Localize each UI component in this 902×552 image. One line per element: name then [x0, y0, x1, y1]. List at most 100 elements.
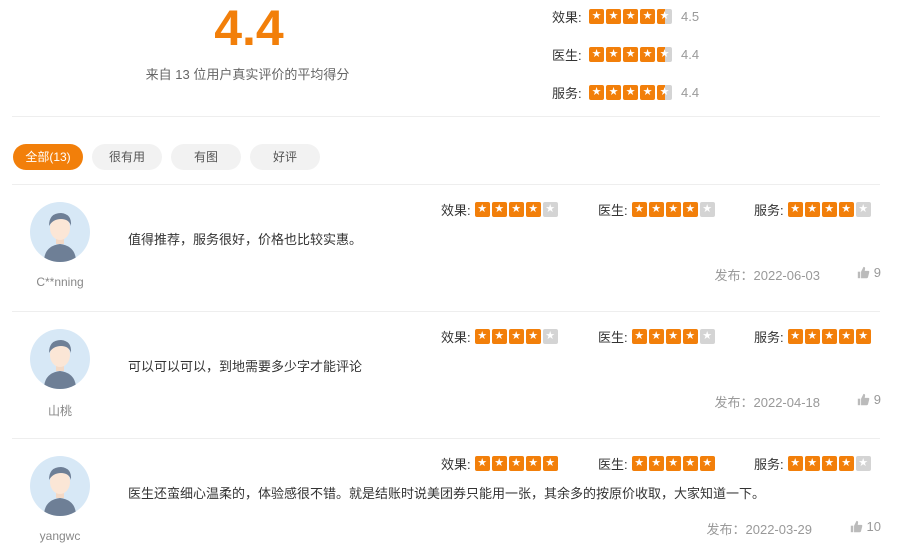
star-icon: ★ [804, 202, 820, 217]
rating-stars: ★ ★ ★ ★ ★ [631, 456, 715, 471]
user-avatar [30, 456, 90, 516]
star-icon: ★ [657, 8, 672, 24]
star-icon: ★ [838, 202, 854, 217]
summary-stars: ★ ★ ★ ★ ★ [589, 8, 672, 24]
star-icon: ★ [525, 456, 541, 471]
review-item: 山桃 效果: ★ ★ ★ ★ ★ 医生: ★ ★ ★ ★ ★ 服务: ★ ★ ★ ★ ★ 可以可以可以，… [0, 312, 902, 438]
star-icon: ★ [787, 202, 803, 217]
star-icon: ★ [682, 202, 698, 217]
star-icon: ★ [474, 202, 490, 217]
star-icon: ★ [665, 456, 681, 471]
rating-stars: ★ ★ ★ ★ ★ [474, 456, 558, 471]
summary-value: 4.4 [681, 84, 700, 100]
filter-tab-all[interactable]: 全部(13) [13, 144, 83, 170]
rating-label: 效果: [441, 203, 471, 218]
like-button[interactable]: 9 [857, 392, 881, 407]
summary-value: 4.5 [681, 8, 700, 24]
star-icon: ★ [665, 329, 681, 344]
filter-tab-with-images[interactable]: 有图 [171, 144, 241, 170]
star-icon: ★ [855, 329, 871, 344]
rating-summary: 4.4 来自 13 位用户真实评价的平均得分 效果: ★ ★ ★ ★ ★ 4.5 医生:… [0, 0, 902, 117]
star-icon: ★ [855, 456, 871, 471]
thumbs-up-icon [857, 393, 870, 406]
star-icon: ★ [623, 84, 638, 100]
filter-tabs: 全部(13) 很有用 有图 好评 [13, 144, 320, 170]
star-icon: ★ [623, 8, 638, 24]
star-icon: ★ [821, 202, 837, 217]
star-icon: ★ [821, 456, 837, 471]
star-icon: ★ [648, 329, 664, 344]
filter-tab-positive[interactable]: 好评 [250, 144, 320, 170]
like-button[interactable]: 10 [850, 519, 881, 534]
rating-label: 医生: [598, 203, 628, 218]
star-icon: ★ [640, 8, 655, 24]
review-date: 发布：2022-03-29 [706, 522, 813, 537]
star-icon: ★ [525, 329, 541, 344]
rating-label: 效果: [441, 457, 471, 472]
summary-stars: ★ ★ ★ ★ ★ [589, 46, 672, 62]
review-date: 发布：2022-04-18 [714, 395, 821, 410]
star-icon: ★ [699, 456, 715, 471]
star-icon: ★ [542, 202, 558, 217]
summary-row-service: 服务: ★ ★ ★ ★ ★ 4.4 [552, 82, 699, 102]
review-item: yangwc 效果: ★ ★ ★ ★ ★ 医生: ★ ★ ★ ★ ★ 服务: ★ ★ ★ ★ ★ 医生还… [0, 439, 902, 552]
star-icon: ★ [787, 456, 803, 471]
rating-service: 服务: ★ ★ ★ ★ ★ [754, 200, 871, 219]
rating-stars: ★ ★ ★ ★ ★ [787, 329, 871, 344]
star-icon: ★ [804, 329, 820, 344]
rating-label: 效果: [441, 330, 471, 345]
review-text: 值得推荐，服务很好，价格也比较实惠。 [128, 232, 363, 247]
username: yangwc [39, 529, 81, 543]
review-text: 医生还蛮细心温柔的，体验感很不错。就是结账时说美团券只能用一张，其余多的按原价收… [128, 486, 766, 501]
star-icon: ★ [508, 202, 524, 217]
rating-stars: ★ ★ ★ ★ ★ [474, 202, 558, 217]
username: 山桃 [47, 404, 72, 418]
summary-label: 服务: [552, 85, 582, 101]
star-icon: ★ [474, 329, 490, 344]
star-icon: ★ [525, 202, 541, 217]
star-icon: ★ [542, 329, 558, 344]
star-icon: ★ [542, 456, 558, 471]
rating-label: 服务: [754, 203, 784, 218]
star-icon: ★ [631, 456, 647, 471]
rating-stars: ★ ★ ★ ★ ★ [474, 329, 558, 344]
star-icon: ★ [804, 456, 820, 471]
star-icon: ★ [631, 202, 647, 217]
star-icon: ★ [606, 46, 621, 62]
rating-label: 服务: [754, 457, 784, 472]
user-avatar [30, 202, 90, 262]
star-icon: ★ [838, 329, 854, 344]
star-icon: ★ [821, 329, 837, 344]
like-count: 9 [873, 392, 881, 407]
divider [12, 116, 880, 117]
average-caption: 来自 13 位用户真实评价的平均得分 [145, 67, 350, 82]
star-icon: ★ [606, 84, 621, 100]
star-icon: ★ [682, 329, 698, 344]
star-icon: ★ [682, 456, 698, 471]
rating-stars: ★ ★ ★ ★ ★ [787, 202, 871, 217]
star-icon: ★ [657, 46, 672, 62]
rating-label: 服务: [754, 330, 784, 345]
filter-tab-useful[interactable]: 很有用 [92, 144, 162, 170]
like-count: 10 [866, 519, 881, 534]
rating-service: 服务: ★ ★ ★ ★ ★ [754, 327, 871, 346]
average-score: 4.4 [214, 0, 284, 56]
summary-stars: ★ ★ ★ ★ ★ [589, 84, 672, 100]
review-item: C**nning 效果: ★ ★ ★ ★ ★ 医生: ★ ★ ★ ★ ★ 服务: ★ ★ ★ ★ ★ 值… [0, 185, 902, 311]
thumbs-up-icon [857, 266, 870, 279]
star-icon: ★ [699, 202, 715, 217]
star-icon: ★ [640, 46, 655, 62]
rating-effect: 效果: ★ ★ ★ ★ ★ [441, 200, 558, 219]
rating-stars: ★ ★ ★ ★ ★ [631, 329, 715, 344]
username: C**nning [36, 275, 84, 289]
review-text: 可以可以可以，到地需要多少字才能评论 [128, 359, 363, 374]
review-date: 发布：2022-06-03 [714, 268, 821, 283]
star-icon: ★ [699, 329, 715, 344]
summary-row-effect: 效果: ★ ★ ★ ★ ★ 4.5 [552, 6, 699, 26]
summary-label: 效果: [552, 9, 582, 25]
summary-label: 医生: [552, 47, 582, 63]
star-icon: ★ [838, 456, 854, 471]
star-icon: ★ [491, 456, 507, 471]
summary-value: 4.4 [681, 46, 700, 62]
like-button[interactable]: 9 [857, 265, 881, 280]
